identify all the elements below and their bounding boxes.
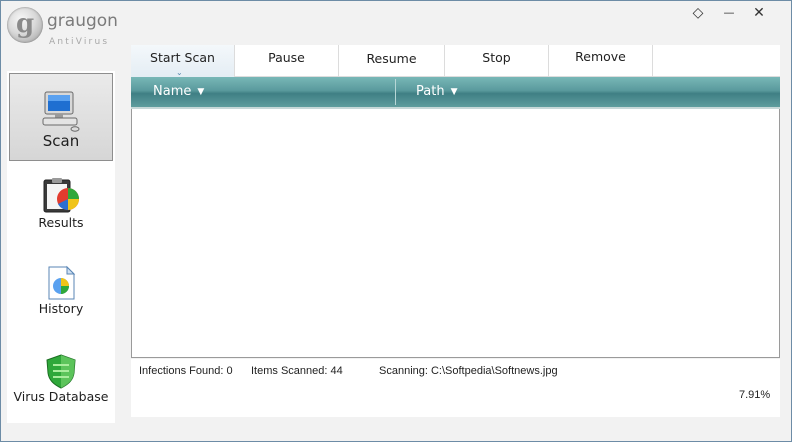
column-divider [395,79,396,105]
column-header-path[interactable]: Path ▼ [416,77,457,107]
status-panel: Infections Found: 0 Items Scanned: 44 Sc… [131,359,780,417]
start-scan-label: Start Scan [150,50,215,65]
app-window: g graugon AntiVirus ◇ — ✕ Scan Results H… [0,0,792,442]
sidebar-item-history[interactable]: History [9,265,113,325]
start-scan-button[interactable]: Start Scan ⌄ [131,45,235,77]
logo-mark: g [7,7,43,43]
sort-arrow-icon: ▼ [450,87,458,97]
stop-button[interactable]: Stop [445,45,549,77]
scan-progress-percent: 7.91% [739,389,771,401]
remove-label: Remove [575,49,626,64]
toolbar: Start Scan ⌄ Pause Resume Stop Remove [131,45,780,77]
shield-icon [46,354,76,389]
scan-results-list[interactable] [131,109,780,358]
sidebar-item-label: Scan [42,132,80,150]
clipboard-chart-icon [43,178,79,213]
sidebar-item-results[interactable]: Results [9,177,113,237]
resume-button[interactable]: Resume [339,45,445,77]
sidebar-item-label: History [38,301,84,316]
app-subtitle: AntiVirus [49,37,110,47]
table-header: Name ▼ Path ▼ [131,77,780,109]
resume-label: Resume [366,51,417,66]
pause-label: Pause [268,50,305,65]
column-header-label: Name [153,84,192,99]
remove-button[interactable]: Remove [549,45,653,77]
minimize-button[interactable]: — [718,4,740,22]
monitor-icon [42,91,80,132]
app-logo: g graugon AntiVirus [7,7,127,47]
sidebar: Scan Results History Virus Database [7,71,115,423]
column-header-label: Path [416,84,445,99]
infections-found-text: Infections Found: 0 [139,365,233,377]
sidebar-item-label: Virus Database [13,389,109,404]
close-button[interactable]: ✕ [748,4,770,22]
items-scanned-text: Items Scanned: 44 [251,365,343,377]
chevron-down-icon: ⌄ [176,68,183,77]
pause-button[interactable]: Pause [235,45,339,77]
sidebar-item-label: Results [38,215,84,230]
stop-label: Stop [482,50,511,65]
app-name: graugon [47,11,118,31]
document-chart-icon [48,265,76,300]
sidebar-item-virus-database[interactable]: Virus Database [9,353,113,413]
scanning-path-text: Scanning: C:\Softpedia\Softnews.jpg [379,365,558,377]
column-header-name[interactable]: Name ▼ [153,77,204,107]
sidebar-item-scan[interactable]: Scan [9,73,113,161]
restore-button[interactable]: ◇ [687,4,709,22]
sort-arrow-icon: ▼ [197,87,205,97]
